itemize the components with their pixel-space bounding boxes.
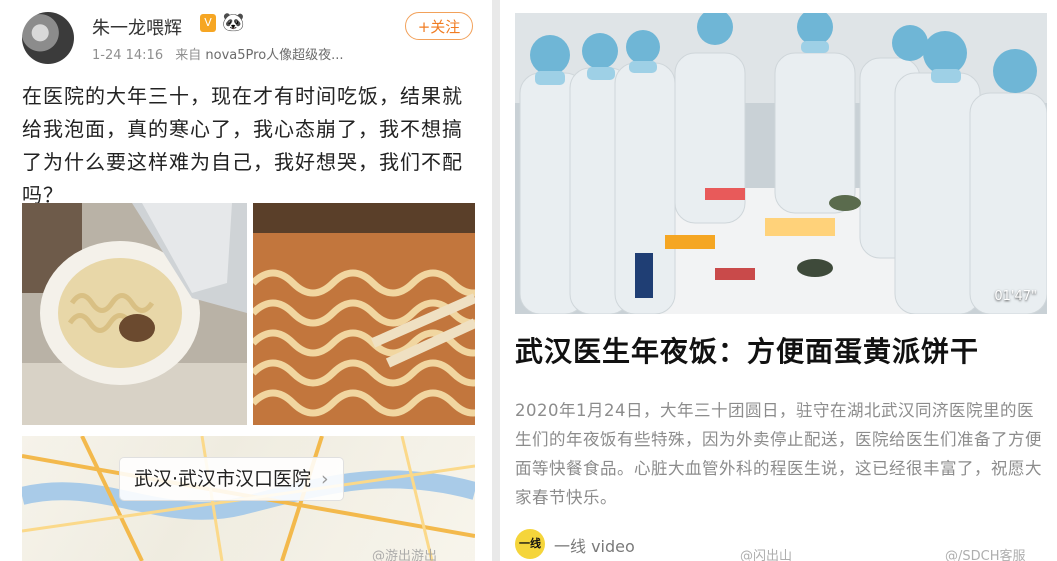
news-article-panel: 01'47" 武汉医生年夜饭：方便面蛋黄派饼干 2020年1月24日，大年三十团… <box>0 0 1057 561</box>
watermark-mid: @闪出山 <box>740 549 793 561</box>
article-body: 2020年1月24日，大年三十团圆日，驻守在湖北武汉同济医院里的医生们的年夜饭有… <box>515 401 1042 507</box>
doctors-group-illustration <box>515 13 1047 314</box>
source-name[interactable]: 一线 video <box>554 533 635 557</box>
watermark-right: @/SDCH客服 <box>945 549 1026 561</box>
video-thumbnail[interactable]: 01'47" <box>515 13 1047 314</box>
video-duration: 01'47" <box>994 289 1037 304</box>
source-logo[interactable]: 一线 <box>515 529 545 559</box>
article-headline[interactable]: 武汉医生年夜饭：方便面蛋黄派饼干 <box>515 330 979 370</box>
